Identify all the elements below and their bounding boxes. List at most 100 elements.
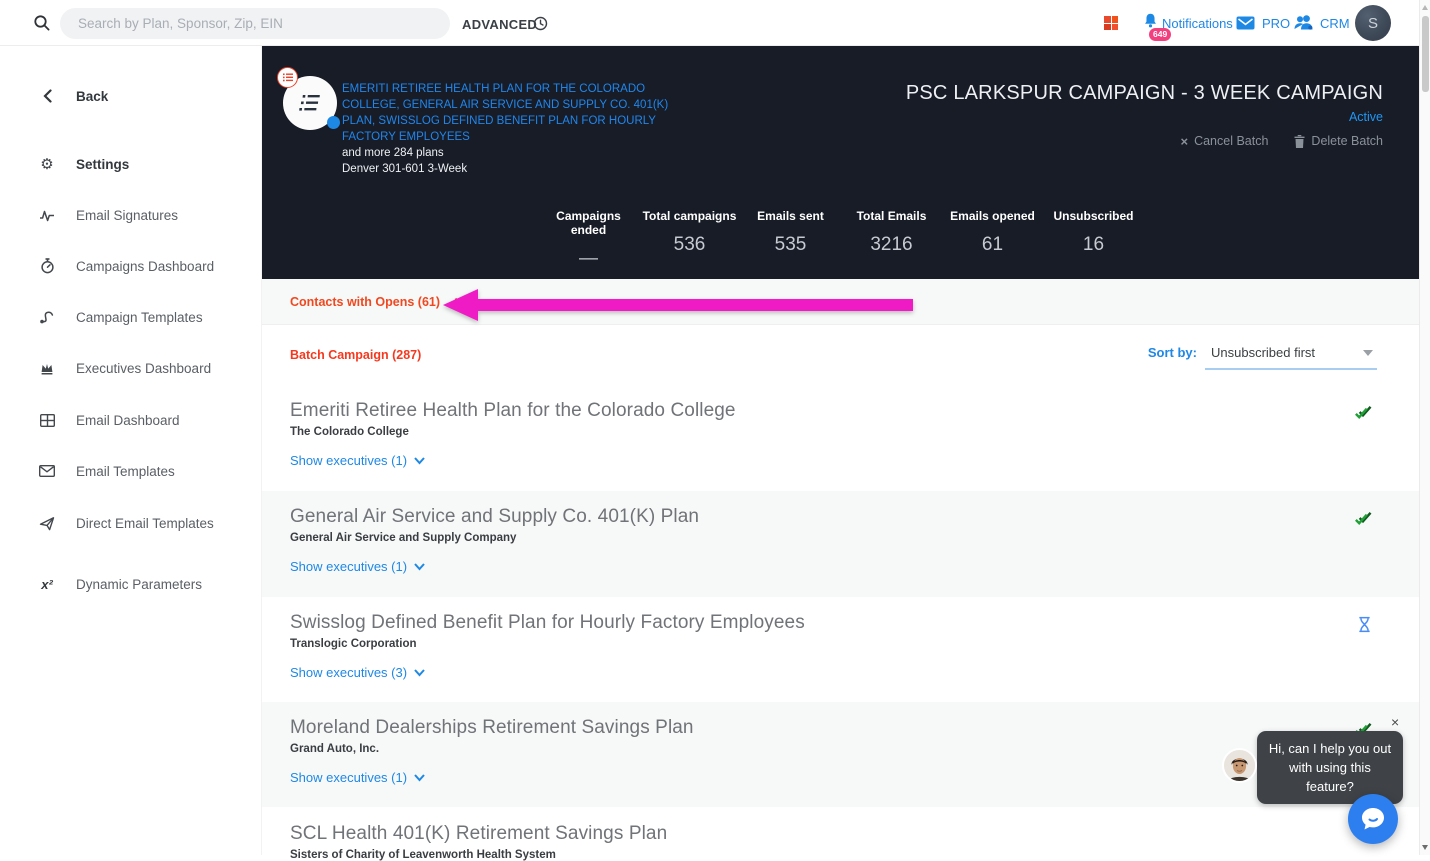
crm-link[interactable]: CRM — [1320, 16, 1350, 31]
show-executives-link[interactable]: Show executives (1) — [290, 559, 425, 574]
chat-message-line1: Hi, can I help you out — [1267, 739, 1393, 758]
double-check-icon — [1353, 510, 1372, 527]
stat-unsubscribed: Unsubscribed 16 — [1043, 209, 1144, 270]
back-label: Back — [76, 89, 108, 104]
plan-list-link[interactable]: EMERITI RETIREE HEALTH PLAN FOR THE COLO… — [342, 83, 668, 143]
vertical-scrollbar — [1419, 0, 1430, 855]
chevron-down-icon — [414, 563, 425, 571]
chat-launcher-button[interactable] — [1348, 794, 1398, 844]
crm-users-icon[interactable] — [1293, 14, 1314, 31]
hourglass-icon — [1357, 616, 1372, 633]
more-plans-text: and more 284 plans — [342, 145, 682, 161]
cancel-batch-label: Cancel Batch — [1194, 134, 1268, 148]
chevron-down-icon — [454, 297, 467, 306]
cancel-x-icon: × — [1180, 135, 1188, 148]
scrollbar-up-arrow[interactable] — [1422, 5, 1428, 10]
user-avatar[interactable]: S — [1355, 5, 1391, 41]
sort-by-value: Unsubscribed first — [1211, 345, 1315, 360]
sidebar-item-label: Email Signatures — [76, 208, 178, 223]
back-button[interactable]: Back — [0, 79, 261, 113]
plan-row: Emeriti Retiree Health Plan for the Colo… — [262, 385, 1419, 491]
trash-icon — [1294, 135, 1305, 148]
sidebar-item-settings[interactable]: ⚙ Settings — [0, 147, 261, 181]
sort-by-select[interactable]: Unsubscribed first — [1205, 343, 1377, 370]
plan-title: Swisslog Defined Benefit Plan for Hourly… — [290, 612, 1419, 634]
plan-title: Moreland Dealerships Retirement Savings … — [290, 717, 1419, 739]
scrollbar-down-arrow[interactable] — [1422, 845, 1428, 850]
show-executives-label: Show executives (1) — [290, 559, 407, 574]
show-executives-link[interactable]: Show executives (1) — [290, 453, 425, 468]
pro-link[interactable]: PRO — [1262, 16, 1290, 31]
search-input[interactable] — [60, 8, 450, 39]
envelope-icon — [38, 465, 56, 477]
notifications-link[interactable]: Notifications — [1162, 16, 1233, 31]
show-executives-link[interactable]: Show executives (3) — [290, 665, 425, 680]
apps-grid-icon[interactable] — [1104, 16, 1118, 30]
stat-total-emails: Total Emails 3216 — [841, 209, 942, 270]
sidebar-item-direct-email-templates[interactable]: Direct Email Templates — [0, 506, 261, 540]
sidebar-item-label: Email Templates — [76, 464, 175, 479]
paper-plane-icon — [38, 516, 56, 531]
cancel-batch-button[interactable]: × Cancel Batch — [1180, 134, 1268, 148]
show-executives-link[interactable]: Show executives (1) — [290, 770, 425, 785]
sidebar-item-label: Campaigns Dashboard — [76, 259, 214, 274]
chat-message-bubble: Hi, can I help you out with using this f… — [1257, 731, 1403, 804]
stat-emails-opened: Emails opened 61 — [942, 209, 1043, 270]
chevron-down-icon — [414, 669, 425, 677]
sidebar-item-label: Campaign Templates — [76, 310, 203, 325]
sidebar-item-campaign-templates[interactable]: Campaign Templates — [0, 300, 261, 334]
sidebar: Back ⚙ Settings Email Signatures Campaig… — [0, 46, 262, 855]
dashboard-grid-icon — [38, 414, 56, 427]
chevron-down-icon — [414, 774, 425, 782]
sort-by-label: Sort by: — [1148, 343, 1197, 360]
contacts-with-opens-band: Contacts with Opens (61) — [262, 279, 1419, 325]
chat-bubble-icon — [1360, 806, 1386, 832]
chat-close-icon[interactable]: × — [1391, 715, 1399, 729]
plan-row: SCL Health 401(K) Retirement Savings Pla… — [262, 807, 1419, 855]
top-bar: ADVANCED 649 Notifications PRO CRM S — [0, 0, 1430, 46]
sidebar-item-email-signatures[interactable]: Email Signatures — [0, 198, 261, 232]
contacts-with-opens-toggle[interactable]: Contacts with Opens (61) — [290, 295, 467, 309]
sidebar-item-label: Email Dashboard — [76, 413, 180, 428]
show-executives-label: Show executives (1) — [290, 770, 407, 785]
sidebar-item-dynamic-parameters[interactable]: x² Dynamic Parameters — [0, 567, 261, 601]
mini-list-badge-icon — [277, 67, 298, 88]
delete-batch-label: Delete Batch — [1311, 134, 1383, 148]
campaign-status-link[interactable]: Active — [1349, 110, 1383, 124]
plan-title: SCL Health 401(K) Retirement Savings Pla… — [290, 823, 1419, 845]
flourish-icon — [38, 309, 56, 325]
stat-total-campaigns: Total campaigns 536 — [639, 209, 740, 270]
stopwatch-icon — [38, 258, 56, 274]
sidebar-item-executives-dashboard[interactable]: Executives Dashboard — [0, 351, 261, 385]
sidebar-item-email-templates[interactable]: Email Templates — [0, 454, 261, 488]
history-clock-icon[interactable] — [533, 16, 548, 31]
batch-name-text: Denver 301-601 3-Week — [342, 161, 682, 177]
campaign-header: EMERITI RETIREE HEALTH PLAN FOR THE COLO… — [262, 46, 1419, 279]
sidebar-item-campaigns-dashboard[interactable]: Campaigns Dashboard — [0, 249, 261, 283]
pro-envelope-icon[interactable] — [1236, 16, 1255, 30]
campaign-title: PSC LARKSPUR CAMPAIGN - 3 WEEK CAMPAIGN — [906, 82, 1383, 105]
crown-icon — [38, 361, 56, 375]
campaign-stats: Campaigns ended — Total campaigns 536 Em… — [538, 209, 1144, 270]
sidebar-item-email-dashboard[interactable]: Email Dashboard — [0, 403, 261, 437]
chat-agent-avatar — [1224, 750, 1255, 781]
batch-campaign-label: Batch Campaign (287) — [290, 348, 421, 362]
advanced-search-button[interactable]: ADVANCED — [462, 17, 537, 32]
plan-list: Emeriti Retiree Health Plan for the Colo… — [262, 385, 1419, 855]
plan-title: Emeriti Retiree Health Plan for the Colo… — [290, 400, 1419, 422]
batch-campaign-band: Batch Campaign (287) Sort by: Unsubscrib… — [262, 325, 1419, 385]
caret-down-icon — [1363, 350, 1373, 356]
back-chevron-icon — [38, 89, 56, 103]
campaign-badge — [283, 76, 337, 130]
stat-emails-sent: Emails sent 535 — [740, 209, 841, 270]
plan-sponsor: The Colorado College — [290, 426, 1419, 438]
delete-batch-button[interactable]: Delete Batch — [1294, 134, 1383, 148]
sidebar-item-label: Dynamic Parameters — [76, 577, 202, 592]
show-executives-label: Show executives (1) — [290, 453, 407, 468]
status-dot — [327, 116, 340, 129]
plan-sponsor: Translogic Corporation — [290, 638, 1419, 650]
sort-by-control: Sort by: Unsubscribed first — [1148, 343, 1377, 370]
plan-sponsor: Sisters of Charity of Leavenworth Health… — [290, 849, 1419, 861]
scrollbar-thumb[interactable] — [1422, 16, 1429, 92]
contacts-with-opens-label: Contacts with Opens (61) — [290, 295, 440, 309]
